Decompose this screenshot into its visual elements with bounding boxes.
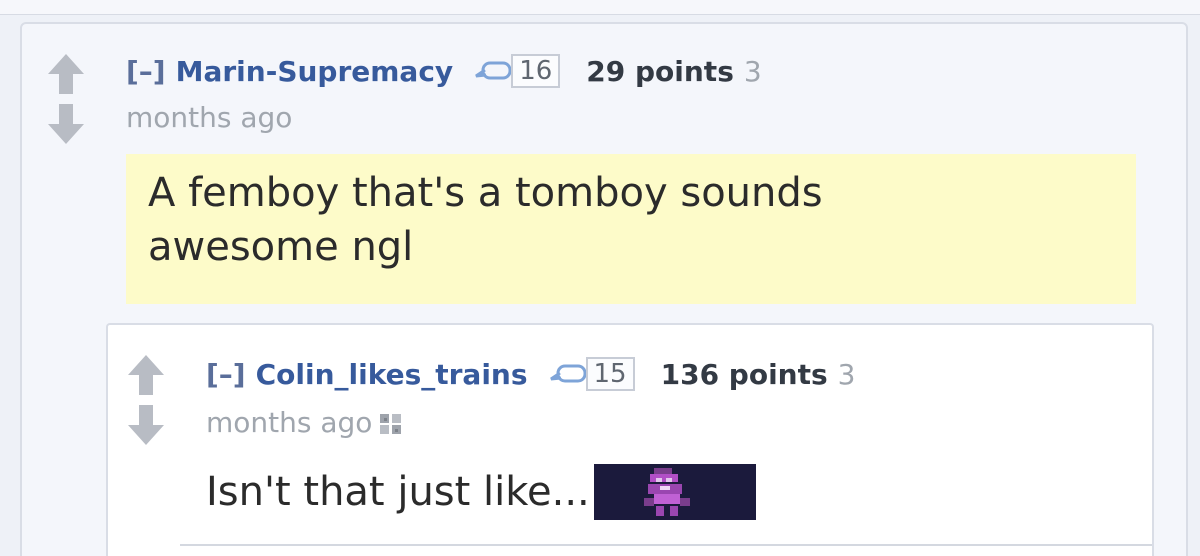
comment-tagline: [–] Colin_likes_trains 15 136 points 3 [206,357,856,394]
comment-text-line: A femboy that's a tomboy sounds [148,170,823,216]
speech-bubble-icon [549,363,588,385]
gilded-icon [378,411,404,437]
timestamp: months ago [126,101,293,134]
reply-count: 15 [585,357,635,391]
comment-body: A femboy that's a tomboy sounds awesome … [126,154,1136,304]
time-prefix: 3 [743,55,762,88]
score: 29 points [586,55,734,88]
author-link[interactable]: Marin-Supremacy [176,55,454,88]
divider [180,544,1152,546]
arrow-up-icon[interactable] [126,353,166,397]
author-link[interactable]: Colin_likes_trains [256,358,528,391]
timestamp: months ago [206,405,404,441]
arrow-up-icon[interactable] [46,52,86,96]
time-prefix: 3 [837,358,856,391]
previous-comment-edge [0,0,1200,15]
reply-comment: [–] Colin_likes_trains 15 136 points 3 month… [106,323,1154,556]
arrow-down-icon[interactable] [46,102,86,146]
embedded-image-thumbnail[interactable] [593,464,756,520]
reddit-comment-thread-page: [–] Marin-Supremacy 16 29 points 3 months ag… [0,0,1200,556]
score: 136 points [660,358,828,391]
comment-text-line: awesome ngl [148,224,414,270]
timestamp-text: months ago [206,406,373,439]
reply-count-badge[interactable]: 16 [475,52,561,88]
comment-body: Isn't that just like... [206,464,756,525]
collapse-toggle[interactable]: [–] [206,358,246,391]
speech-bubble-icon [475,60,513,82]
comment-text-line: Isn't that just like... [206,469,590,515]
reply-count: 16 [511,54,561,88]
collapse-toggle[interactable]: [–] [126,55,166,88]
reply-count-badge[interactable]: 15 [549,355,635,391]
comment-tagline: [–] Marin-Supremacy 16 29 points 3 [126,54,762,91]
comment: [–] Marin-Supremacy 16 29 points 3 months ag… [44,50,1160,320]
arrow-down-icon[interactable] [126,403,166,447]
